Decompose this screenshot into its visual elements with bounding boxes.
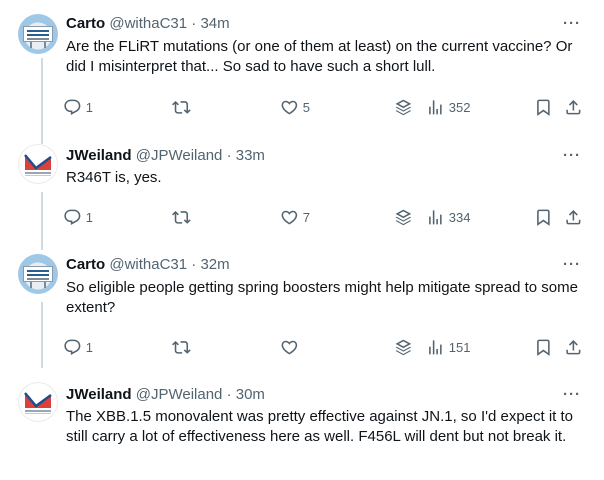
reply-icon — [64, 209, 81, 225]
tweet-text: Are the FLiRT mutations (or one of them … — [66, 38, 573, 75]
share-icon — [566, 209, 581, 225]
more-options-icon[interactable]: ··· — [562, 257, 582, 279]
tweet[interactable]: JWeiland @JPWeiland · 33m ··· R346T is, … — [0, 130, 604, 238]
retweet-icon — [172, 340, 191, 354]
tweet-text: The XBB.1.5 monovalent was pretty effect… — [66, 408, 574, 445]
separator-dot: · — [226, 147, 232, 164]
reply-button[interactable]: 1 — [63, 95, 93, 119]
billboard-icon — [23, 266, 53, 282]
timestamp[interactable]: 32m — [200, 256, 229, 273]
views-chart-icon — [429, 209, 442, 225]
avatar[interactable] — [18, 144, 58, 184]
tweet-text: R346T is, yes. — [66, 169, 162, 186]
tweet[interactable]: Carto @withaC31 · 34m ··· Are the FLiRT … — [0, 0, 604, 130]
grok-button[interactable] — [394, 335, 413, 359]
tweet[interactable]: JWeiland @JPWeiland · 30m ··· The XBB.1.… — [0, 368, 604, 480]
share-icon — [566, 99, 581, 115]
bookmark-button[interactable] — [534, 205, 553, 229]
retweet-button[interactable] — [172, 95, 191, 119]
reply-button[interactable]: 1 — [63, 205, 93, 229]
author-handle[interactable]: @withaC31 — [109, 256, 187, 273]
heart-icon — [281, 210, 298, 225]
like-count: 5 — [302, 99, 310, 115]
share-button[interactable] — [564, 335, 583, 359]
grok-button[interactable] — [394, 95, 413, 119]
conversation-thread: Carto @withaC31 · 34m ··· Are the FLiRT … — [0, 0, 604, 480]
share-button[interactable] — [564, 205, 583, 229]
avatar[interactable] — [18, 382, 58, 422]
author-name[interactable]: JWeiland — [66, 147, 132, 164]
stack-icon — [395, 209, 412, 225]
tweet-header: Carto @withaC31 · 34m — [66, 14, 230, 34]
retweet-button[interactable] — [172, 335, 191, 359]
tweet-header: JWeiland @JPWeiland · 33m — [66, 146, 265, 166]
reply-count: 1 — [85, 99, 93, 115]
reply-count: 1 — [85, 209, 93, 225]
view-count: 334 — [448, 209, 471, 225]
tweet[interactable]: Carto @withaC31 · 32m ··· So eligible pe… — [0, 238, 604, 368]
like-button[interactable] — [280, 335, 303, 359]
bookmark-button[interactable] — [534, 335, 553, 359]
avatar[interactable] — [18, 14, 58, 54]
heart-icon — [281, 100, 298, 115]
chart-avatar-icon — [18, 144, 58, 184]
grok-button[interactable] — [394, 205, 413, 229]
separator-dot: · — [191, 15, 197, 32]
share-button[interactable] — [564, 95, 583, 119]
more-options-icon[interactable]: ··· — [562, 148, 582, 170]
timestamp[interactable]: 30m — [236, 386, 265, 403]
bookmark-button[interactable] — [534, 95, 553, 119]
avatar[interactable] — [18, 254, 58, 294]
bookmark-icon — [537, 209, 550, 226]
like-button[interactable]: 7 — [280, 205, 310, 229]
view-count: 151 — [448, 339, 471, 355]
views-chart-icon — [429, 339, 442, 355]
billboard-icon — [23, 26, 53, 42]
retweet-button[interactable] — [172, 205, 191, 229]
action-bar: 1 7 334 — [56, 205, 596, 229]
reply-icon — [64, 99, 81, 115]
author-name[interactable]: Carto — [66, 15, 105, 32]
like-button[interactable]: 5 — [280, 95, 310, 119]
author-name[interactable]: Carto — [66, 256, 105, 273]
action-bar: 1 5 352 — [56, 95, 596, 119]
tweet-header: JWeiland @JPWeiland · 30m — [66, 385, 265, 405]
retweet-icon — [172, 100, 191, 114]
author-handle[interactable]: @JPWeiland — [136, 386, 223, 403]
tweet-header: Carto @withaC31 · 32m — [66, 255, 230, 275]
retweet-icon — [172, 210, 191, 224]
views-chart-icon — [429, 99, 442, 115]
stack-icon — [395, 99, 412, 115]
tweet-text: So eligible people getting spring booste… — [66, 279, 578, 316]
reply-button[interactable]: 1 — [63, 335, 93, 359]
more-options-icon[interactable]: ··· — [562, 16, 582, 38]
separator-dot: · — [191, 256, 197, 273]
view-count: 352 — [448, 99, 471, 115]
views-button[interactable]: 334 — [426, 205, 470, 229]
reply-icon — [64, 339, 81, 355]
bookmark-icon — [537, 99, 550, 116]
like-count: 7 — [302, 209, 310, 225]
views-button[interactable]: 151 — [426, 335, 470, 359]
stack-icon — [395, 339, 412, 355]
timestamp[interactable]: 33m — [236, 147, 265, 164]
bookmark-icon — [537, 339, 550, 356]
author-name[interactable]: JWeiland — [66, 386, 132, 403]
timestamp[interactable]: 34m — [200, 15, 229, 32]
heart-icon — [281, 340, 298, 355]
more-options-icon[interactable]: ··· — [562, 387, 582, 409]
views-button[interactable]: 352 — [426, 95, 470, 119]
reply-count: 1 — [85, 339, 93, 355]
share-icon — [566, 339, 581, 355]
author-handle[interactable]: @withaC31 — [109, 15, 187, 32]
author-handle[interactable]: @JPWeiland — [136, 147, 223, 164]
chart-avatar-icon — [18, 382, 58, 422]
action-bar: 1 151 — [56, 335, 596, 359]
separator-dot: · — [226, 386, 232, 403]
